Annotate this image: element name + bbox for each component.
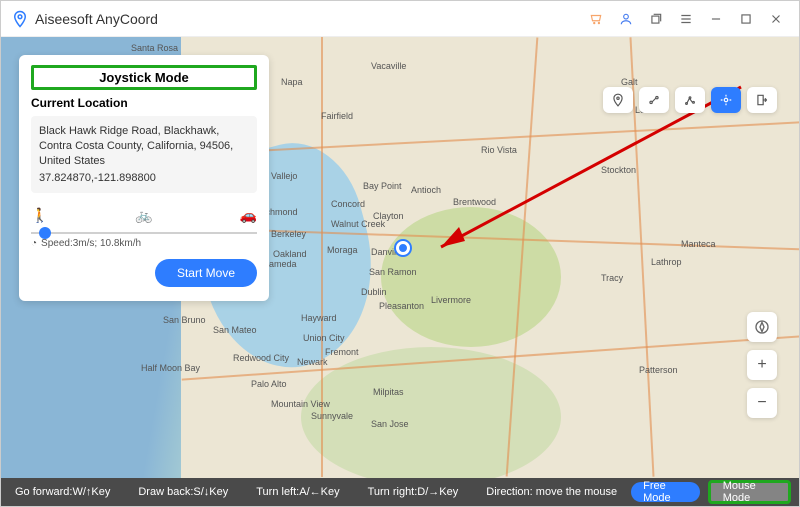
app-window: Aiseesoft AnyCoord Santa Rosa Petaluma N… [0, 0, 800, 507]
hint-direction: Direction: move the mouse [472, 486, 631, 498]
maximize-icon[interactable] [733, 6, 759, 32]
current-location-marker[interactable] [396, 241, 410, 255]
current-address: Black Hawk Ridge Road, Blackhawk, Contra… [39, 125, 233, 167]
shortcut-footer: Go forward:W/↑Key Draw back:S/↓Key Turn … [1, 478, 799, 506]
title-bar: Aiseesoft AnyCoord [1, 1, 799, 37]
bike-icon[interactable]: 🚲 [135, 207, 152, 224]
map-canvas[interactable]: Santa Rosa Petaluma Novato Napa Vacavill… [1, 37, 799, 478]
walk-icon[interactable]: 🚶 [31, 207, 48, 224]
info-panel: Joystick Mode Current Location Black Haw… [19, 55, 269, 301]
city-label: Santa Rosa [131, 43, 178, 53]
speed-slider-section: 🚶 🚲 🚗 ◔ Speed:3m/s; 10.8km/h [31, 207, 257, 249]
app-logo-icon [11, 10, 29, 28]
compass-button[interactable] [747, 312, 777, 342]
joystick-mode-button[interactable] [711, 87, 741, 113]
one-stop-mode-button[interactable] [639, 87, 669, 113]
zoom-out-button[interactable]: − [747, 388, 777, 418]
current-coordinates: 37.824870,-121.898800 [39, 171, 249, 186]
modify-location-button[interactable] [603, 87, 633, 113]
free-mode-button[interactable]: Free Mode [631, 482, 700, 502]
window-restore-icon[interactable] [643, 6, 669, 32]
car-icon[interactable]: 🚗 [240, 207, 257, 224]
hint-forward: Go forward:W/↑Key [1, 486, 124, 498]
speedometer-icon: ◔ [31, 238, 37, 249]
panel-mode-title: Joystick Mode [31, 65, 257, 90]
app-title: Aiseesoft AnyCoord [35, 11, 158, 27]
multi-stop-mode-button[interactable] [675, 87, 705, 113]
mouse-mode-button[interactable]: Mouse Mode [708, 480, 791, 504]
speed-slider[interactable] [31, 232, 257, 234]
hint-left: Turn left:A/←Key [242, 486, 353, 498]
current-location-heading: Current Location [31, 96, 257, 110]
minimize-icon[interactable] [703, 6, 729, 32]
close-icon[interactable] [763, 6, 789, 32]
zoom-in-button[interactable]: + [747, 350, 777, 380]
menu-icon[interactable] [673, 6, 699, 32]
export-button[interactable] [747, 87, 777, 113]
cart-icon[interactable] [583, 6, 609, 32]
hint-back: Draw back:S/↓Key [124, 486, 242, 498]
speed-value: Speed:3m/s; 10.8km/h [41, 238, 141, 249]
hint-right: Turn right:D/→Key [354, 486, 473, 498]
current-address-box: Black Hawk Ridge Road, Blackhawk, Contra… [31, 116, 257, 193]
user-icon[interactable] [613, 6, 639, 32]
mode-toolbar [603, 87, 777, 113]
start-move-button[interactable]: Start Move [155, 259, 257, 287]
map-controls: + − [747, 312, 777, 418]
